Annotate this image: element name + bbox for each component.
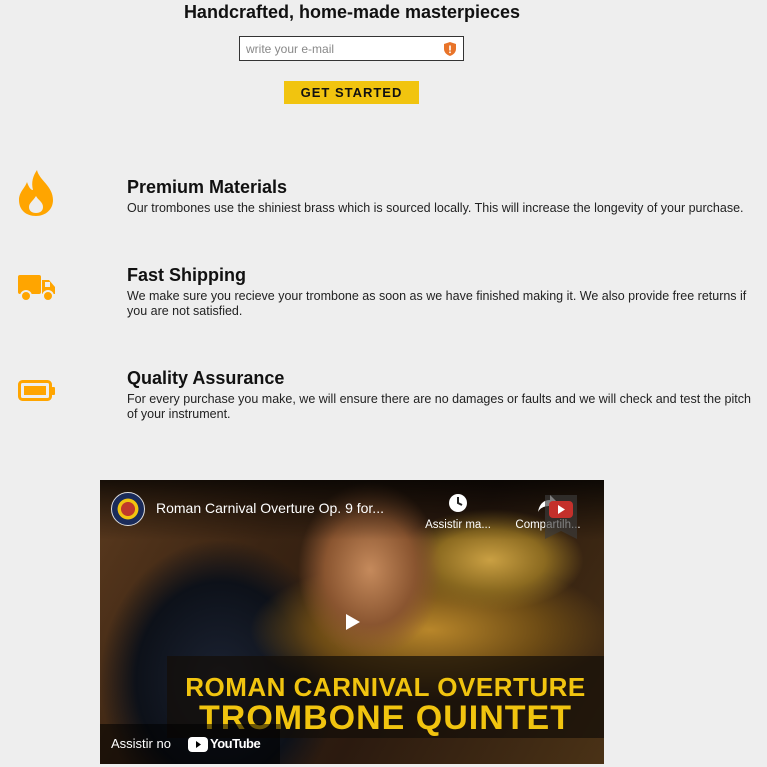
play-button-icon[interactable] — [338, 610, 366, 634]
video-embed[interactable]: Roman Carnival Overture Op. 9 for... Ass… — [100, 480, 604, 764]
clock-icon — [449, 494, 467, 512]
email-field-container[interactable] — [239, 36, 464, 61]
youtube-play-icon — [188, 737, 208, 752]
feature-description: Our trombones use the shiniest brass whi… — [127, 201, 744, 215]
video-title[interactable]: Roman Carnival Overture Op. 9 for... — [156, 500, 426, 516]
feature-title: Fast Shipping — [127, 265, 246, 285]
fire-icon — [19, 170, 53, 216]
watch-on-label: Assistir no — [111, 736, 171, 751]
watch-later-label: Assistir ma... — [425, 519, 491, 531]
youtube-logo-text: YouTube — [210, 736, 261, 751]
watch-later-button[interactable]: Assistir ma... — [420, 492, 496, 531]
battery-icon — [18, 380, 55, 401]
feature-description: For every purchase you make, we will ens… — [127, 392, 751, 421]
hero-title: Handcrafted, home-made masterpieces — [183, 2, 521, 22]
watch-on-youtube-button[interactable]: Assistir no YouTube — [100, 724, 280, 764]
feature-description: We make sure you recieve your trombone a… — [127, 289, 747, 318]
truck-icon — [18, 275, 55, 302]
feature-title: Quality Assurance — [127, 368, 285, 388]
feature-title: Premium Materials — [127, 177, 288, 197]
get-started-button[interactable]: GET STARTED — [284, 81, 419, 104]
email-input[interactable] — [240, 37, 436, 60]
channel-avatar[interactable] — [111, 492, 145, 526]
youtube-badge-icon — [545, 495, 577, 539]
shield-icon[interactable] — [444, 42, 456, 56]
